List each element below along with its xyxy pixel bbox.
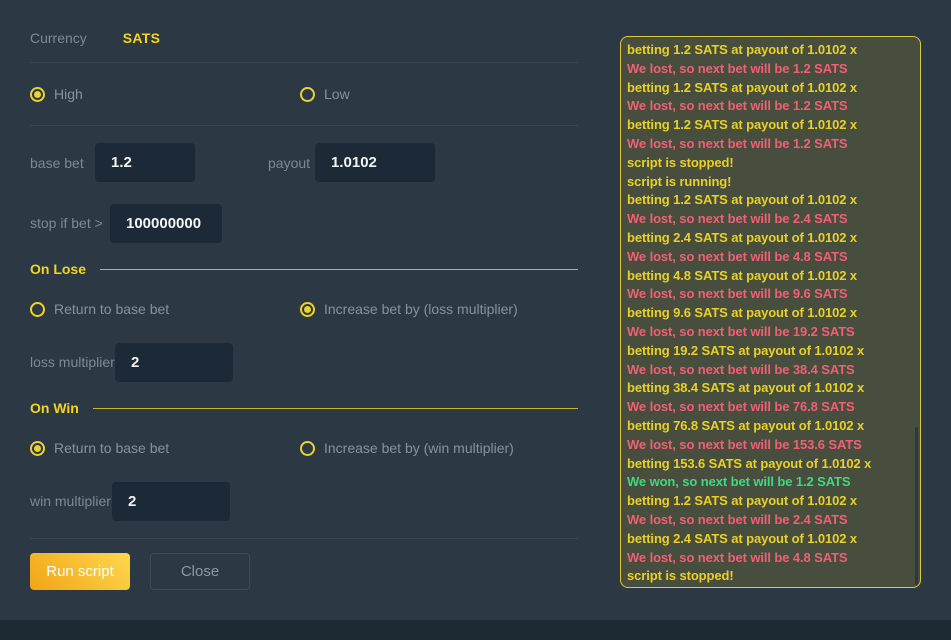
on-lose-section-heading: On Lose <box>30 261 578 277</box>
log-line: betting 1.2 SATS at payout of 1.0102 x <box>627 492 914 511</box>
currency-selector[interactable]: SATS <box>123 30 161 46</box>
loss-multiplier-label: loss multiplier <box>30 355 115 370</box>
log-line: We lost, so next bet will be 1.2 SATS <box>627 60 914 79</box>
log-line: betting 4.8 SATS at payout of 1.0102 x <box>627 267 914 286</box>
base-bet-label: base bet <box>30 156 84 171</box>
log-line: We lost, so next bet will be 153.6 SATS <box>627 436 914 455</box>
log-line: We lost, so next bet will be 19.2 SATS <box>627 323 914 342</box>
radio-lose-increase-bet[interactable]: Increase bet by (loss multiplier) <box>300 301 518 317</box>
radio-win-increase-circle[interactable] <box>300 441 315 456</box>
log-scrollbar-thumb[interactable] <box>915 427 918 585</box>
log-line: betting 153.6 SATS at payout of 1.0102 x <box>627 455 914 474</box>
win-multiplier-input[interactable] <box>112 482 230 521</box>
payout-input[interactable] <box>315 143 435 182</box>
currency-row: Currency SATS <box>30 30 160 46</box>
footer-bar <box>0 620 951 640</box>
log-line: We lost, so next bet will be 4.8 SATS <box>627 248 914 267</box>
radio-high-circle[interactable] <box>30 87 45 102</box>
radio-lose-return-to-base[interactable]: Return to base bet <box>30 301 169 317</box>
log-line: script is running! <box>627 173 914 192</box>
log-line: We lost, so next bet will be 1.2 SATS <box>627 97 914 116</box>
log-line: betting 2.4 SATS at payout of 1.0102 x <box>627 229 914 248</box>
on-win-rule <box>93 408 578 409</box>
radio-win-return-to-base[interactable]: Return to base bet <box>30 440 169 456</box>
log-line: We lost, so next bet will be 38.4 SATS <box>627 361 914 380</box>
base-bet-input[interactable] <box>95 143 195 182</box>
radio-high[interactable]: High <box>30 86 83 102</box>
log-line: We lost, so next bet will be 1.2 SATS <box>627 135 914 154</box>
radio-lose-increase-circle[interactable] <box>300 302 315 317</box>
log-line: betting 19.2 SATS at payout of 1.0102 x <box>627 342 914 361</box>
close-button[interactable]: Close <box>150 553 250 590</box>
radio-lose-return-label: Return to base bet <box>54 301 169 317</box>
log-lines-container: betting 1.2 SATS at payout of 1.0102 xWe… <box>627 41 914 586</box>
log-line: We won, so next bet will be 1.2 SATS <box>627 473 914 492</box>
radio-win-increase-bet[interactable]: Increase bet by (win multiplier) <box>300 440 514 456</box>
radio-win-return-label: Return to base bet <box>54 440 169 456</box>
divider <box>30 125 578 126</box>
run-script-button[interactable]: Run script <box>30 553 130 590</box>
radio-lose-increase-label: Increase bet by (loss multiplier) <box>324 301 518 317</box>
log-line: betting 2.4 SATS at payout of 1.0102 x <box>627 530 914 549</box>
radio-win-return-circle[interactable] <box>30 441 45 456</box>
divider <box>30 62 578 63</box>
log-line: script is stopped! <box>627 567 914 586</box>
log-line: We lost, so next bet will be 2.4 SATS <box>627 511 914 530</box>
payout-label: payout <box>268 156 310 171</box>
log-line: betting 1.2 SATS at payout of 1.0102 x <box>627 116 914 135</box>
on-win-section-heading: On Win <box>30 400 578 416</box>
log-line: betting 76.8 SATS at payout of 1.0102 x <box>627 417 914 436</box>
log-line: betting 1.2 SATS at payout of 1.0102 x <box>627 191 914 210</box>
log-line: betting 1.2 SATS at payout of 1.0102 x <box>627 79 914 98</box>
radio-low[interactable]: Low <box>300 86 350 102</box>
log-line: We lost, so next bet will be 4.8 SATS <box>627 549 914 568</box>
log-line: We lost, so next bet will be 9.6 SATS <box>627 285 914 304</box>
win-multiplier-label: win multiplier <box>30 494 111 509</box>
currency-label: Currency <box>30 31 87 46</box>
radio-low-label: Low <box>324 86 350 102</box>
log-line: We lost, so next bet will be 76.8 SATS <box>627 398 914 417</box>
radio-lose-return-circle[interactable] <box>30 302 45 317</box>
loss-multiplier-input[interactable] <box>115 343 233 382</box>
log-line: betting 9.6 SATS at payout of 1.0102 x <box>627 304 914 323</box>
radio-low-circle[interactable] <box>300 87 315 102</box>
log-line: betting 38.4 SATS at payout of 1.0102 x <box>627 379 914 398</box>
radio-win-increase-label: Increase bet by (win multiplier) <box>324 440 514 456</box>
divider <box>30 538 578 539</box>
on-lose-title: On Lose <box>30 261 86 277</box>
log-line: script is stopped! <box>627 154 914 173</box>
on-lose-rule <box>100 269 578 270</box>
log-line: We lost, so next bet will be 2.4 SATS <box>627 210 914 229</box>
script-log[interactable]: betting 1.2 SATS at payout of 1.0102 xWe… <box>620 36 921 588</box>
stop-if-bet-label: stop if bet > <box>30 216 103 231</box>
stop-if-bet-input[interactable] <box>110 204 222 243</box>
log-line: betting 1.2 SATS at payout of 1.0102 x <box>627 41 914 60</box>
radio-high-label: High <box>54 86 83 102</box>
on-win-title: On Win <box>30 400 79 416</box>
